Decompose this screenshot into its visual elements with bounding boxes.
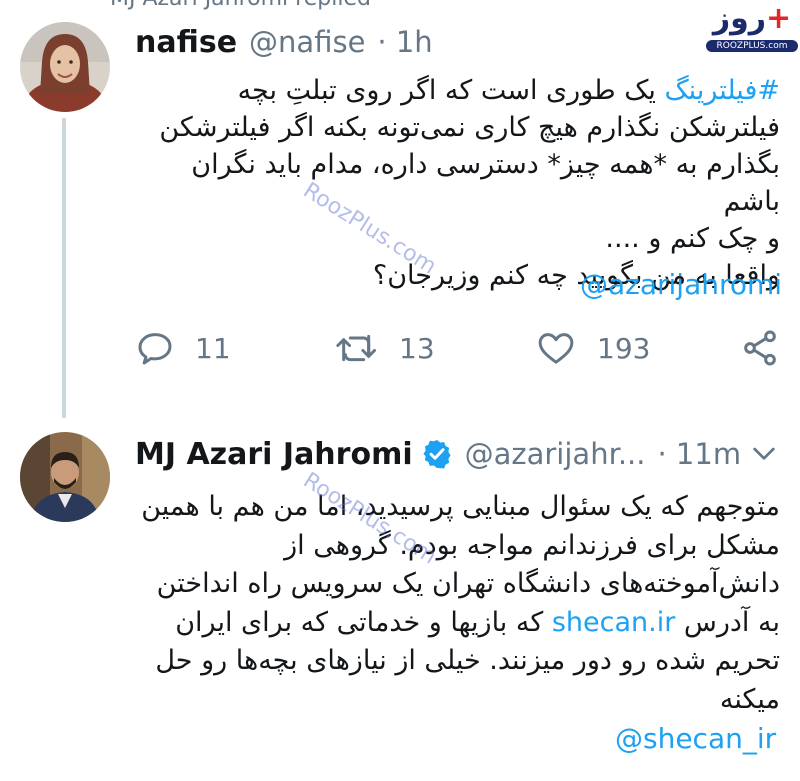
reply-count: 11 <box>195 331 231 365</box>
tweet2-header: MJ Azari Jahromi @azarijahr... · 11m <box>135 434 741 474</box>
roozplus-logo: +روز ROOZPLUS.com <box>706 2 798 58</box>
hashtag-filtering[interactable]: #فیلترینگ <box>665 75 781 106</box>
thread-line <box>62 118 66 418</box>
mention-azarijahromi[interactable]: @azarijahromi <box>580 268 782 301</box>
author-handle[interactable]: @azarijahr... <box>465 437 646 471</box>
share-icon <box>740 328 780 368</box>
retweet-button[interactable]: 13 <box>335 328 435 368</box>
retweet-count: 13 <box>399 331 435 365</box>
reply-button[interactable]: 11 <box>135 328 231 368</box>
like-count: 193 <box>597 331 651 365</box>
like-button[interactable]: 193 <box>535 328 650 368</box>
avatar-nafise[interactable] <box>20 22 110 112</box>
more-options-button[interactable] <box>748 437 780 473</box>
reply-icon <box>135 328 175 368</box>
retweet-icon <box>335 328 379 368</box>
avatar-azari-jahromi[interactable] <box>20 432 110 522</box>
author-name[interactable]: nafise <box>135 25 237 60</box>
share-button[interactable] <box>740 328 780 368</box>
heart-icon <box>535 328 577 368</box>
chevron-down-icon <box>748 447 780 473</box>
tweet1-actions: 11 13 193 <box>135 328 780 372</box>
author-name[interactable]: MJ Azari Jahromi <box>135 437 413 472</box>
link-shecan[interactable]: shecan.ir <box>552 607 675 638</box>
tweet1-header: nafise @nafise · 1h <box>135 22 433 62</box>
verified-badge-icon <box>421 438 453 470</box>
reply-indicator: MJ Azari Jahromi replied <box>110 0 371 11</box>
tweet-time[interactable]: · 1h <box>377 25 432 59</box>
mention-shecan[interactable]: @shecan_ir <box>615 722 776 755</box>
tweet2-text: متوجهم که یک سئوال مبنایی پرسیدید، اما م… <box>141 491 780 715</box>
tweet-time[interactable]: · 11m <box>658 437 742 471</box>
author-handle[interactable]: @nafise <box>249 25 365 59</box>
tweet1-text: #فیلترینگ یک طوری است که اگر روی تبلتِ ب… <box>159 75 781 291</box>
